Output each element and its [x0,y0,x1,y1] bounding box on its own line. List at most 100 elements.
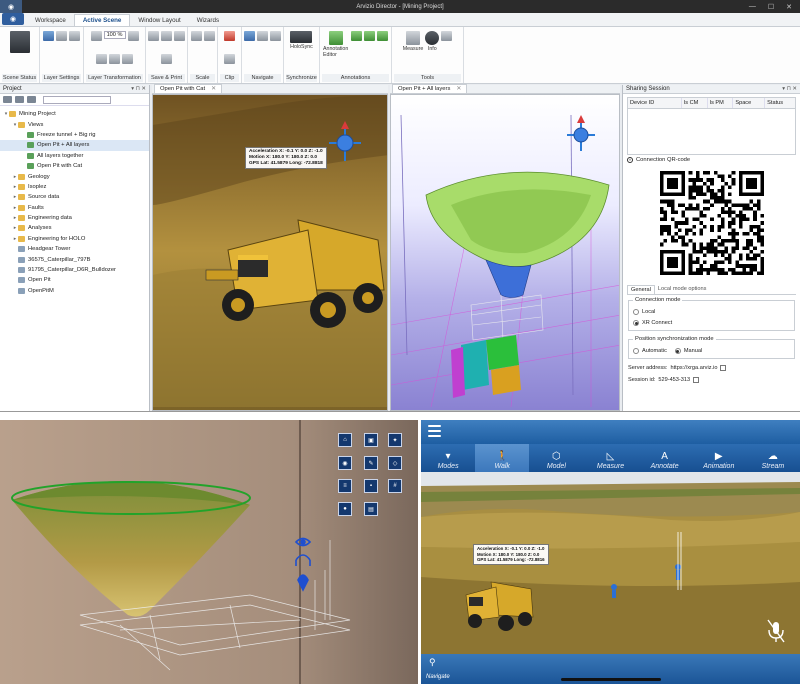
tree-item[interactable]: ▸ Engineering for HOLO [0,234,149,244]
tree-item[interactable]: 36575_Caterpillar_797B [0,254,149,264]
project-search-input[interactable] [43,95,111,104]
nav-modes[interactable]: ▾ Modes [421,444,475,472]
reset-icon[interactable] [122,53,133,64]
navigate-label[interactable]: Navigate [426,674,450,680]
pan-icon[interactable] [257,31,268,41]
tree-item[interactable]: Freeze tunnel + Big rig [0,130,149,140]
tree-item[interactable]: ▸ Engineering data [0,213,149,223]
measure-icon[interactable] [405,31,420,45]
move-icon[interactable] [90,31,102,41]
annotation-list-icon[interactable] [377,31,388,41]
maximize-button[interactable]: ☐ [768,3,774,11]
save-icon[interactable]: ▤ [364,502,378,516]
scale-icon[interactable] [96,53,107,64]
image-icon[interactable]: ▣ [364,433,378,447]
close-tab-icon[interactable]: ✕ [456,86,461,92]
nav-stream[interactable]: ☁ Stream [746,444,800,472]
location-pin-icon[interactable]: ⚲ [429,657,436,668]
annotation-link-icon[interactable] [364,31,375,41]
tree-item[interactable]: ▸ Isoplez [0,182,149,192]
radio-xr-connect[interactable]: XR Connect [633,320,790,326]
nav-measure[interactable]: ◺ Measure [583,444,637,472]
tab-workspace[interactable]: Workspace [27,15,74,26]
export-icon[interactable] [174,31,185,41]
tree-item[interactable]: OpenPitM [0,286,149,296]
user-icon[interactable]: ● [338,502,352,516]
3d-scene-view[interactable] [390,94,620,411]
annotation-editor-icon[interactable] [329,31,343,45]
tool-options-icon[interactable] [441,31,453,41]
tree-item[interactable]: ▾ Mining Project [0,109,149,119]
column-status[interactable]: Status [765,98,795,108]
panel-pin-close-icon[interactable]: ▾ ⊓ ✕ [782,86,800,92]
layer-filter-icon[interactable] [69,31,80,41]
radio-automatic[interactable]: Automatic [633,348,667,354]
tab-general[interactable]: General [627,285,655,294]
radio-manual[interactable]: Manual [674,348,702,354]
pin-icon[interactable]: ✦ [388,433,402,447]
layer-color-icon[interactable] [43,31,54,41]
scale-up-icon[interactable] [190,31,202,41]
filter-icon[interactable] [3,96,12,103]
fly-icon[interactable] [270,31,281,41]
tab-wizards[interactable]: Wizards [189,15,227,26]
tablet-3d-view[interactable]: Acceleration X: -0.1 Y: 0.0 Z: -1.0 Moti… [421,472,800,654]
tab-active-scene[interactable]: Active Scene [73,14,131,26]
tree-item[interactable]: ▾ Views [0,119,149,129]
layer-visibility-icon[interactable] [56,31,67,41]
holosync-icon[interactable] [290,31,313,43]
tree-item[interactable]: ▸ Source data [0,192,149,202]
search-icon[interactable] [27,96,36,103]
eye-icon[interactable]: ◉ [338,456,352,470]
nav-annotate[interactable]: A Annotate [638,444,692,472]
column-is-pm[interactable]: Is PM [708,98,734,108]
annotation-add-icon[interactable] [351,31,362,41]
copy-icon[interactable] [693,377,700,383]
print-icon[interactable] [161,31,172,41]
microphone-mute-icon[interactable] [766,624,786,644]
tab-window-layout[interactable]: Window Layout [130,15,188,26]
cube-icon[interactable]: ◇ [388,456,402,470]
scene-status-icon[interactable] [9,31,30,53]
tab-open-pit-all-layers[interactable]: Open Pit + All layers ✕ [392,84,468,93]
tree-item[interactable]: ▸ Geology [0,171,149,181]
orbit-icon[interactable] [244,31,255,41]
qr-section-header[interactable]: ^ Connection QR-code [627,157,796,163]
copy-icon[interactable] [720,365,727,371]
rotate-icon[interactable] [127,31,139,41]
info-icon[interactable] [425,31,440,45]
column-is-cm[interactable]: Is CM [682,98,708,108]
collapse-icon[interactable]: ^ [627,157,633,163]
sort-icon[interactable] [15,96,24,103]
flip-icon[interactable] [109,53,120,64]
zoom-input[interactable]: 100 % [103,31,126,39]
tree-item[interactable]: Headgear Tower [0,244,149,254]
column-device-id[interactable]: Device ID [628,98,682,108]
close-tab-icon[interactable]: ✕ [211,86,216,92]
layers-icon[interactable]: ≡ [338,479,352,493]
panel-pin-close-icon[interactable]: ▾ ⊓ ✕ [131,86,149,92]
tree-item[interactable]: ▸ Faults [0,203,149,213]
screenshot-icon[interactable] [161,53,172,64]
pencil-icon[interactable]: ✎ [364,456,378,470]
tree-item[interactable]: 91795_Caterpillar_D6R_Bulldozer [0,265,149,275]
close-button[interactable]: ✕ [786,3,792,11]
nav-animation[interactable]: ▶ Animation [692,444,746,472]
lock-icon[interactable]: ▪ [364,479,378,493]
hamburger-menu-icon[interactable] [428,425,441,437]
clip-box-icon[interactable] [224,53,235,64]
tree-item[interactable]: Open Pit with Cat [0,161,149,171]
3d-scene-view[interactable]: Acceleration X: -0.1 Y: 0.0 Z: -1.0 Moti… [152,94,388,411]
file-menu-button[interactable]: ◉ [2,13,24,25]
nav-walk[interactable]: 🚶 Walk [475,444,530,472]
save-icon[interactable] [148,31,159,41]
tab-open-pit-with-cat[interactable]: Open Pit with Cat ✕ [154,84,222,93]
nav-model[interactable]: ⬡ Model [529,444,583,472]
radio-local[interactable]: Local [633,309,790,315]
clip-icon[interactable] [224,31,235,41]
minimize-button[interactable]: — [749,3,756,11]
home-icon[interactable]: ⌂ [338,433,352,447]
grid-icon[interactable]: # [388,479,402,493]
tree-item[interactable]: All layers together [0,151,149,161]
tree-item[interactable]: Open Pit [0,275,149,285]
